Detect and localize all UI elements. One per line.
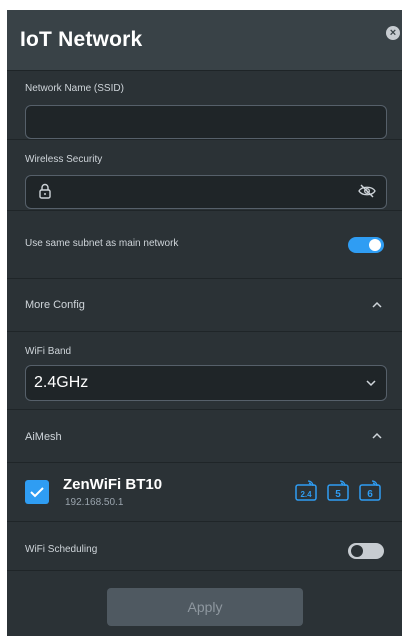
security-label: Wireless Security (25, 154, 103, 165)
more-config-section[interactable]: More Config (7, 279, 402, 332)
subnet-toggle[interactable] (348, 237, 384, 253)
eye-off-icon[interactable] (358, 184, 376, 198)
iot-network-dialog: IoT Network × Network Name (SSID) Wirele… (7, 10, 402, 636)
dialog-header: IoT Network × (7, 10, 402, 71)
svg-text:6: 6 (367, 489, 373, 500)
aimesh-label: AiMesh (25, 431, 62, 443)
chevron-up-icon[interactable] (370, 429, 384, 443)
ssid-input[interactable] (25, 105, 387, 139)
device-ip: 192.168.50.1 (65, 497, 124, 508)
scheduling-section: WiFi Scheduling (7, 522, 402, 576)
scheduling-label: WiFi Scheduling (25, 544, 98, 555)
device-checkbox[interactable] (25, 480, 49, 504)
chevron-up-icon[interactable] (370, 298, 384, 312)
band-6g-icon: 6 (359, 480, 381, 501)
checkmark-icon (30, 487, 44, 498)
band-5g-icon: 5 (327, 480, 349, 501)
ssid-section: Network Name (SSID) (7, 71, 402, 140)
apply-button[interactable]: Apply (107, 588, 303, 626)
more-config-label: More Config (25, 299, 85, 311)
ssid-label: Network Name (SSID) (25, 83, 124, 94)
subnet-label: Use same subnet as main network (25, 238, 179, 249)
footer-divider (7, 570, 402, 571)
wifi-band-value: 2.4GHz (34, 374, 89, 391)
scheduling-toggle[interactable] (348, 543, 384, 559)
lock-icon (39, 183, 51, 199)
toggle-knob (369, 239, 381, 251)
subnet-section: Use same subnet as main network (7, 211, 402, 279)
device-name: ZenWiFi BT10 (63, 476, 163, 493)
wifi-band-section: WiFi Band 2.4GHz (7, 332, 402, 410)
band-2g-icon: 2.4 (295, 480, 317, 501)
security-section: Wireless Security (7, 140, 402, 211)
chevron-down-icon (366, 380, 376, 387)
toggle-knob (351, 545, 363, 557)
aimesh-section[interactable]: AiMesh (7, 410, 402, 463)
svg-text:2.4: 2.4 (300, 490, 312, 499)
aimesh-device-row: ZenWiFi BT10 192.168.50.1 2.4 5 6 (7, 463, 402, 522)
wifi-band-select[interactable]: 2.4GHz (25, 365, 387, 401)
dialog-title: IoT Network (20, 28, 143, 51)
close-icon[interactable]: × (386, 26, 400, 40)
wifi-band-label: WiFi Band (25, 346, 72, 357)
svg-text:5: 5 (335, 489, 341, 500)
security-input[interactable] (25, 175, 387, 209)
